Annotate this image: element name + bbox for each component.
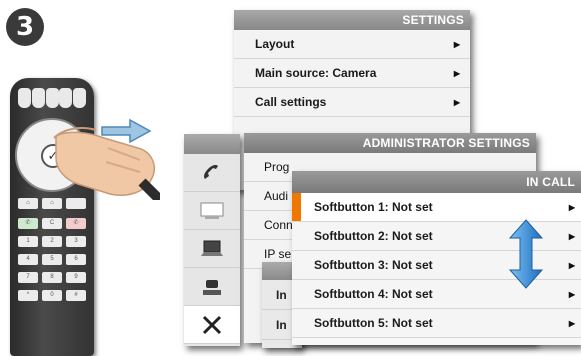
menu-item-label: Softbutton 1: Not set [314,200,433,214]
menu-item-label: Main source: Camera [255,66,377,80]
chevron-right-icon: ▶ [568,290,575,299]
menu-item-label: Softbutton 2: Not set [314,229,433,243]
home-menu-icon-strip [184,134,240,346]
menu-item-label: Layout [255,37,295,51]
chevron-right-icon: ▶ [453,69,460,78]
menu-item-call-settings[interactable]: Call settings ▶ [234,88,470,117]
chevron-right-icon: ▶ [453,98,460,107]
menu-item-label: Softbutton 5: Not set [314,316,433,330]
chevron-right-icon: ▶ [568,319,575,328]
menu-item-label: Call settings [255,95,327,109]
menu-item-label: Softbutton 3: Not set [314,258,433,272]
menu-item-label: Prog [264,160,290,174]
menu-item-main-source[interactable]: Main source: Camera ▶ [234,59,470,88]
in-call-title: IN CALL [292,171,581,193]
menu-item-label: Audi [264,189,289,203]
softbutton-5-item[interactable]: Softbutton 5: Not set ▶ [292,309,581,338]
menu-item-label: Softbutton 4: Not set [314,287,433,301]
camera-icon[interactable] [184,268,240,306]
menu-item-layout[interactable]: Layout ▶ [234,30,470,59]
chevron-right-icon: ▶ [453,40,460,49]
chevron-right-icon: ▶ [568,261,575,270]
chevron-right-icon: ▶ [568,203,575,212]
menu-item-label: Conn [264,218,293,232]
up-down-arrow-icon [508,219,544,289]
presentation-icon[interactable] [184,192,240,230]
phone-icon[interactable] [184,154,240,192]
administrator-settings-title: ADMINISTRATOR SETTINGS [244,133,536,153]
transition-arrow-icon [101,118,152,144]
laptop-icon[interactable] [184,230,240,268]
tools-icon[interactable] [184,306,240,344]
menu-item-label: IP se [264,247,292,261]
chevron-right-icon: ▶ [568,232,575,241]
step-number-badge: 3 [6,8,44,46]
settings-title: SETTINGS [234,10,470,30]
